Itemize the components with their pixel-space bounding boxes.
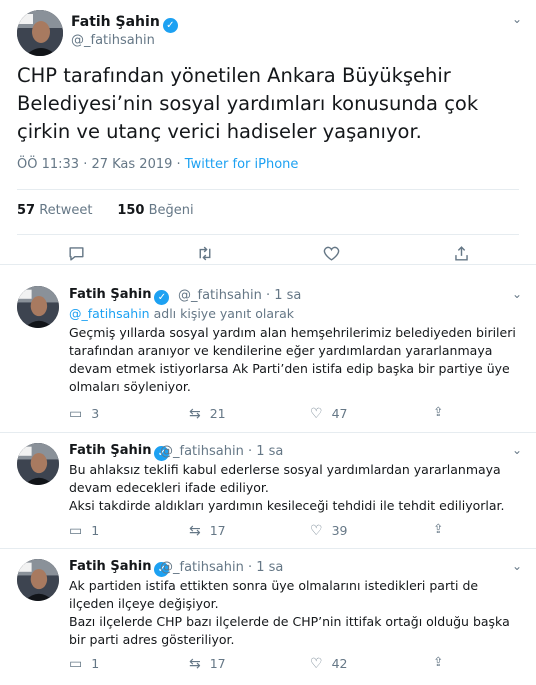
author-name-text[interactable]: Fatih Şahin [69,559,151,574]
divider [17,189,519,190]
retweet-count: 57 [17,203,36,218]
like-count[interactable]: ♡ 39 [310,523,347,539]
heart-icon: ♡ [310,406,323,422]
heart-icon: ♡ [310,523,323,539]
like-count[interactable]: ♡ 47 [310,406,347,422]
verified-badge-icon: ✓ [162,18,178,33]
reply-count-value: 1 [91,656,100,671]
author-handle: @_fatihsahin · 1 sa [160,560,283,575]
retweet-icon: ⇆ [189,523,201,539]
like-count-value: 47 [331,406,348,421]
reply-icon[interactable] [67,244,86,268]
tweet-text: CHP tarafından yönetilen Ankara Büyükşeh… [17,64,479,143]
reply-count[interactable]: ▭ 3 [69,406,99,422]
author-name[interactable]: Fatih Şahin ✓ [69,287,170,305]
replying-to: @_fatihsahin adlı kişiye yanıt olarak [69,306,294,321]
like-count-value: 39 [331,523,348,538]
reply-to-suffix: adlı kişiye yanıt olarak [153,306,295,321]
author-name-text[interactable]: Fatih Şahin [69,287,151,302]
like-label: Beğeni [148,203,194,218]
like-count[interactable]: ♡ 42 [310,656,347,672]
reply-to-handle[interactable]: @_fatihsahin [69,306,150,321]
tweet-stats: 57 Retweet 150 Beğeni [17,203,194,218]
reply-tweet[interactable]: Fatih Şahin ✓ @_fatihsahin · 1 sa ⌄ @_fat… [0,274,536,433]
retweet-icon: ⇆ [189,406,201,422]
avatar[interactable] [17,443,59,485]
reply-icon: ▭ [69,656,83,672]
verified-badge-icon: ✓ [154,290,170,305]
like-count-link[interactable]: 150 Beğeni [117,203,193,218]
chevron-down-icon[interactable]: ⌄ [512,443,522,457]
chevron-down-icon[interactable]: ⌄ [512,287,522,301]
reply-icon: ▭ [69,406,83,422]
share-icon[interactable]: ⇪ [433,654,443,669]
retweet-count-value: 17 [209,523,226,538]
author-name[interactable]: Fatih Şahin ✓ [69,443,170,461]
reply-text: Bu ahlaksız teklifi kabul ederlerse sosy… [69,462,505,513]
retweet-icon: ⇆ [189,656,201,672]
share-icon[interactable] [452,244,471,268]
main-tweet: Fatih Şahin ✓ @_fatihsahin ⌄ CHP tarafınd… [0,0,536,265]
avatar[interactable] [17,286,59,328]
handle-text[interactable]: @_fatihsahin [178,288,262,303]
chevron-down-icon[interactable]: ⌄ [512,12,522,26]
author-name-text[interactable]: Fatih Şahin [71,14,160,30]
share-icon[interactable]: ⇪ [433,521,443,536]
retweet-count-link[interactable]: 57 Retweet [17,203,93,218]
author-handle: @_fatihsahin · 1 sa [160,444,283,459]
reply-tweet[interactable]: Fatih Şahin ✓ @_fatihsahin · 1 sa ⌄ Bu ah… [0,432,536,549]
handle-text[interactable]: @_fatihsahin [160,444,244,459]
retweet-label: Retweet [39,203,93,218]
reply-tweet[interactable]: Fatih Şahin ✓ @_fatihsahin · 1 sa ⌄ Ak pa… [0,548,536,685]
author-name[interactable]: Fatih Şahin ✓ [71,14,178,33]
retweet-count-value: 17 [209,656,226,671]
like-count: 150 [117,203,145,218]
handle-text[interactable]: @_fatihsahin [160,560,244,575]
reply-count[interactable]: ▭ 1 [69,523,99,539]
retweet-count[interactable]: ⇆ 17 [189,523,226,539]
heart-icon: ♡ [310,656,323,672]
reply-count-value: 1 [91,523,100,538]
reply-time[interactable]: · 1 sa [248,560,283,575]
retweet-icon[interactable] [195,244,215,268]
reply-count[interactable]: ▭ 1 [69,656,99,672]
author-name-text[interactable]: Fatih Şahin [69,443,151,458]
reply-text: Ak partiden istifa ettikten sonra üye ol… [69,578,510,647]
tweet-timestamp[interactable]: ÖÖ 11:33 · 27 Kas 2019 · [17,157,181,172]
reply-count-value: 3 [91,406,100,421]
reply-time[interactable]: · 1 sa [248,444,283,459]
retweet-count[interactable]: ⇆ 17 [189,656,226,672]
author-handle[interactable]: @_fatihsahin [71,33,155,48]
avatar[interactable] [17,559,59,601]
reply-icon: ▭ [69,523,83,539]
avatar[interactable] [17,10,63,56]
tweet-source-link[interactable]: Twitter for iPhone [185,157,299,172]
reply-time[interactable]: · 1 sa [266,288,301,303]
chevron-down-icon[interactable]: ⌄ [512,559,522,573]
reply-text: Geçmiş yıllarda sosyal yardım alan hemşe… [69,325,516,394]
heart-icon[interactable] [322,244,341,268]
share-icon[interactable]: ⇪ [433,404,443,419]
tweet-meta: ÖÖ 11:33 · 27 Kas 2019 · Twitter for iPh… [17,157,298,172]
like-count-value: 42 [331,656,348,671]
retweet-count-value: 21 [209,406,226,421]
divider [17,234,519,235]
author-name[interactable]: Fatih Şahin ✓ [69,559,170,577]
action-bar [0,244,536,264]
retweet-count[interactable]: ⇆ 21 [189,406,226,422]
author-handle: @_fatihsahin · 1 sa [178,288,301,303]
